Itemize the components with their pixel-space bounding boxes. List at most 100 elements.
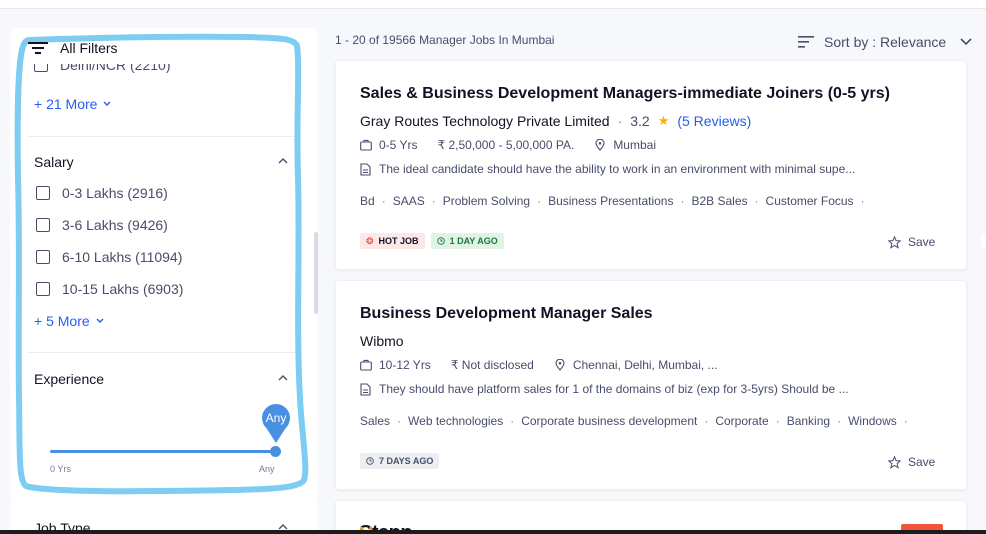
skill-tag: Business Presentations (548, 194, 674, 208)
skill-tag: Sales (360, 414, 391, 428)
chevron-up-icon[interactable] (278, 375, 288, 381)
experience-meta: 10-12 Yrs (360, 358, 431, 372)
save-label: Save (908, 455, 936, 469)
posted-date-label: 1 DAY AGO (449, 236, 498, 246)
clock-icon (436, 237, 445, 245)
sort-dropdown[interactable]: Sort by : Relevance (798, 34, 972, 50)
experience-slider-track[interactable] (50, 450, 276, 453)
job-title[interactable]: Business Development Manager Sales (360, 305, 653, 323)
sort-label: Sort by : Relevance (824, 34, 947, 50)
skill-tags: Sales · Web technologies · Corporate busin… (360, 414, 908, 428)
save-label: Save (908, 235, 936, 249)
all-filters-header[interactable]: All Filters (28, 40, 118, 56)
chevron-up-icon[interactable] (278, 158, 288, 164)
section-divider (28, 136, 300, 137)
location-meta: Mumbai (594, 138, 656, 152)
salary-meta: ₹ 2,50,000 - 5,00,000 PA. (437, 138, 574, 152)
company-name[interactable]: Wibmo (360, 333, 404, 349)
salary-section-title: Salary (34, 154, 74, 170)
separator-dot: · (617, 113, 623, 129)
skill-tag: B2B Sales (691, 194, 748, 208)
salary-option[interactable]: 10-15 Lakhs (6903) (36, 281, 183, 297)
skill-tag: Corporate (715, 414, 769, 428)
location-pin-icon (595, 139, 605, 151)
skill-tags: Bd · SAAS · Problem Solving · Business Pres… (360, 194, 865, 208)
chevron-down-icon (103, 101, 111, 106)
salary-checkbox[interactable] (36, 186, 50, 200)
job-card[interactable]: Sales & Business Development Managers-im… (335, 60, 967, 270)
salary-option[interactable]: 0-3 Lakhs (2916) (36, 185, 168, 201)
experience-section-title: Experience (34, 371, 105, 387)
bottom-edge-bar (0, 530, 986, 534)
salary-value: ₹ Not disclosed (450, 358, 534, 372)
skill-tag: Banking (786, 414, 831, 428)
location-option-partial[interactable]: Delhi/NCR (2210) (34, 64, 284, 74)
chevron-down-icon (96, 318, 104, 323)
clock-icon (366, 457, 374, 465)
slider-min-label: 0 Yrs (50, 464, 71, 474)
salary-value: ₹ 2,50,000 - 5,00,000 PA. (437, 138, 575, 152)
flame-icon: ❂ (366, 235, 374, 246)
sort-lines-icon (798, 36, 814, 48)
salary-option-label: 6-10 Lakhs (11094) (62, 249, 183, 265)
salary-option[interactable]: 3-6 Lakhs (9426) (36, 217, 168, 233)
slider-pin-label: Any (265, 411, 287, 425)
location-checkbox[interactable] (34, 64, 48, 72)
all-filters-label: All Filters (60, 40, 118, 56)
bookmark-star-icon (888, 235, 901, 249)
bookmark-star-icon (888, 455, 901, 469)
posted-date-label: 7 DAYS AGO (379, 456, 434, 466)
salary-checkbox[interactable] (36, 282, 50, 296)
briefcase-icon (360, 359, 372, 371)
location-value: Chennai, Delhi, Mumbai, ... (572, 358, 718, 372)
briefcase-icon (360, 139, 372, 151)
salary-option-label: 10-15 Lakhs (6903) (62, 281, 184, 297)
edge-widget (981, 234, 986, 248)
result-count: 1 - 20 of 19566 Manager Jobs In Mumbai (335, 33, 555, 47)
location-meta: Chennai, Delhi, Mumbai, ... (554, 358, 718, 372)
experience-value: 10-12 Yrs (379, 358, 431, 372)
skill-tag: Bd (360, 194, 375, 208)
star-icon: ★ (657, 113, 670, 128)
job-description: They should have platform sales for 1 of… (379, 382, 849, 396)
salary-checkbox[interactable] (36, 218, 50, 232)
hot-job-label: HOT JOB (378, 236, 419, 246)
filter-icon (28, 42, 48, 54)
skill-tag: Corporate business development (521, 414, 698, 428)
section-divider (28, 352, 300, 353)
skill-tag: Web technologies (408, 414, 504, 428)
location-pin-icon (555, 359, 565, 371)
experience-slider-handle[interactable] (270, 446, 281, 457)
sidebar-scrollbar[interactable] (314, 232, 318, 314)
location-more-link[interactable]: + 21 More (34, 96, 111, 112)
salary-checkbox[interactable] (36, 250, 50, 264)
posted-date-badge: 1 DAY AGO (430, 233, 504, 249)
save-button[interactable]: Save (888, 455, 935, 469)
salary-more-link[interactable]: + 5 More (34, 313, 104, 329)
job-title[interactable]: Sales & Business Development Managers-im… (360, 85, 890, 103)
chevron-down-icon (960, 38, 972, 46)
slider-max-label: Any (259, 464, 275, 474)
posted-date-badge: 7 DAYS AGO (360, 453, 440, 469)
location-more-label: + 21 More (34, 96, 98, 112)
document-icon (360, 382, 371, 396)
company-rating: 3.2 (630, 113, 650, 129)
location-value: Mumbai (613, 138, 656, 152)
salary-option[interactable]: 6-10 Lakhs (11094) (36, 249, 182, 265)
skill-tag: Customer Focus (765, 194, 854, 208)
salary-meta: ₹ Not disclosed (451, 358, 534, 372)
job-card[interactable]: Business Development Manager Sales Wibmo… (335, 280, 967, 490)
salary-more-label: + 5 More (34, 313, 90, 329)
job-description: The ideal candidate should have the abil… (379, 162, 856, 176)
skill-tag: SAAS (392, 194, 425, 208)
top-header-strip (0, 0, 986, 9)
salary-option-label: 3-6 Lakhs (9426) (62, 217, 168, 233)
document-icon (360, 162, 371, 176)
experience-meta: 0-5 Yrs (360, 138, 417, 152)
company-reviews-link[interactable]: (5 Reviews) (677, 113, 751, 129)
company-name[interactable]: Gray Routes Technology Private Limited (360, 113, 610, 129)
save-button[interactable]: Save (888, 235, 935, 249)
salary-option-label: 0-3 Lakhs (2916) (62, 185, 168, 201)
skill-tag: Problem Solving (442, 194, 531, 208)
skill-tag: Windows (848, 414, 897, 428)
